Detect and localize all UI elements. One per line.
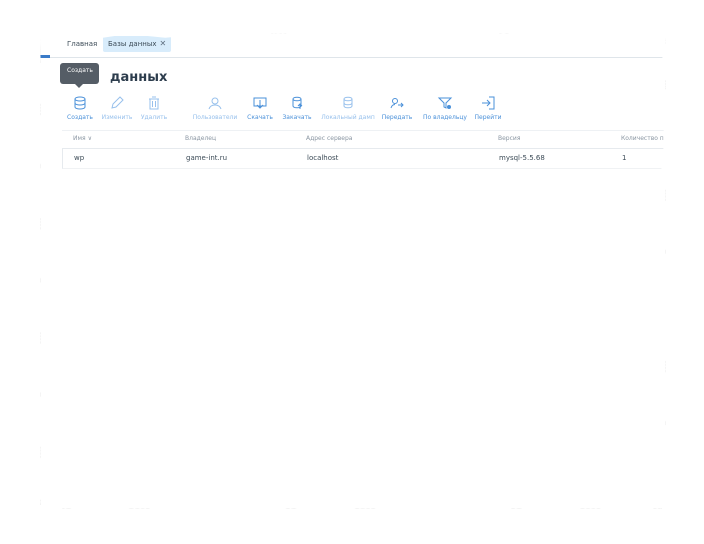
tooltip: Создать [60,63,99,88]
trash-icon [127,95,181,113]
table-row[interactable]: wp game-int.ru localhost mysql-5.5.68 1 [62,149,666,169]
column-server[interactable]: Адрес сервера [306,135,352,142]
upload-label: Закачать [282,114,312,121]
cell-count: 1 [622,154,627,162]
cell-owner: game-int.ru [186,154,228,162]
toolbar: Создать Изменить Удалить Пользователи Ск… [40,95,666,125]
table-header: Имя ∨ Владелец Адрес сервера Версия Колич… [62,130,666,149]
sort-icon: ∨ [87,135,93,142]
upload-button[interactable]: Закачать [270,95,324,121]
page-title: данных [110,70,168,85]
cell-server: localhost [307,154,339,162]
tab-databases[interactable]: Базы данных ✕ [103,36,172,52]
tab-databases-label: Базы данных [108,40,157,48]
tab-bar: Главная Базы данных ✕ [40,33,666,58]
cell-name: wp [74,154,85,162]
close-icon[interactable]: ✕ [160,39,167,48]
tab-home[interactable]: Главная [62,36,102,52]
goto-label: Перейти [474,114,502,121]
goto-icon [461,95,515,113]
local-dump-icon [319,95,377,113]
local-dump-label: Локальный дамп [321,114,375,121]
cell-version: mysql-5.5.68 [499,154,545,162]
local-dump-button[interactable]: Локальный дамп [319,95,377,121]
delete-button[interactable]: Удалить [127,95,181,121]
accent-strip [40,55,50,58]
column-count[interactable]: Количество п [621,135,664,142]
databases-table: Имя ∨ Владелец Адрес сервера Версия Колич… [62,130,666,169]
screenshot-frame: Главная Базы данных ✕ данных Создать Изме… [40,33,666,509]
column-name-label: Имя [73,135,86,142]
delete-label: Удалить [140,114,168,121]
goto-button[interactable]: Перейти [461,95,515,121]
column-version[interactable]: Версия [498,135,520,142]
upload-icon [270,95,324,113]
column-owner[interactable]: Владелец [185,135,216,142]
column-name[interactable]: Имя ∨ [73,135,92,142]
